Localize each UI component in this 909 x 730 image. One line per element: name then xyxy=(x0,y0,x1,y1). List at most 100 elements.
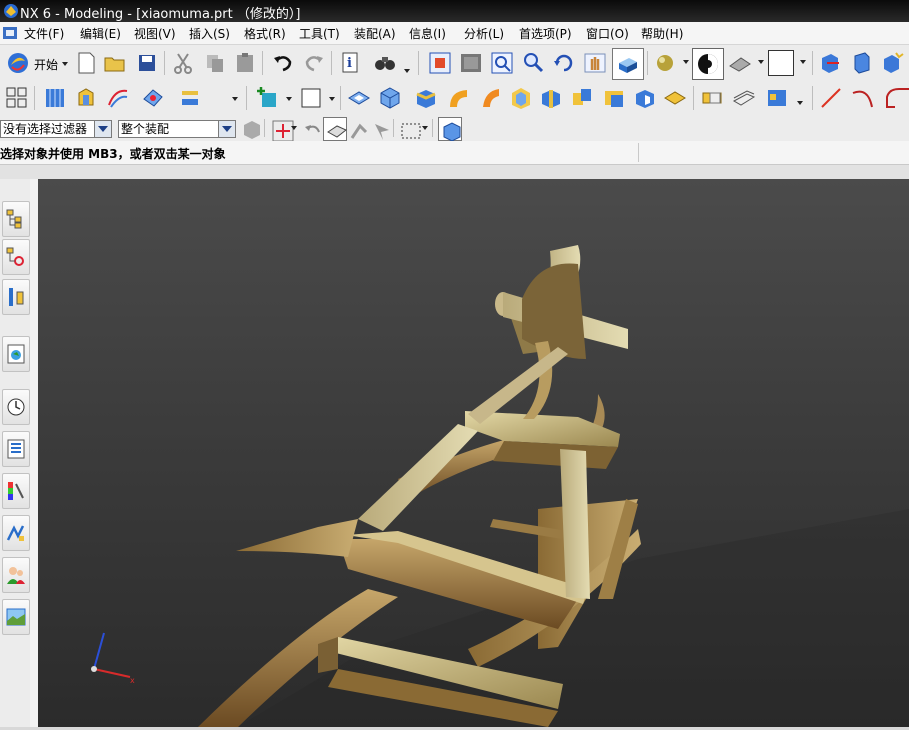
unite-icon[interactable] xyxy=(569,85,595,111)
offset-icon[interactable] xyxy=(731,85,757,111)
display-mode-icon[interactable] xyxy=(692,48,724,80)
footrest[interactable] xyxy=(236,519,358,557)
snap-dropdown-icon[interactable] xyxy=(291,126,297,131)
menu-help[interactable]: 帮助(H) xyxy=(641,25,683,42)
menu-assemblies[interactable]: 装配(A) xyxy=(354,25,396,42)
fit-view-icon[interactable] xyxy=(427,50,453,76)
visualization-icon[interactable] xyxy=(2,473,30,509)
perspective-dropdown-icon[interactable] xyxy=(758,60,764,65)
color-dropdown-icon[interactable] xyxy=(800,60,806,65)
menu-logo-icon[interactable] xyxy=(2,25,18,41)
redo-icon[interactable] xyxy=(301,50,327,76)
menu-insert[interactable]: 插入(S) xyxy=(189,25,230,42)
scope-select[interactable]: 整个装配 xyxy=(118,120,236,138)
undo-icon[interactable] xyxy=(270,50,296,76)
sketch-icon[interactable] xyxy=(73,85,99,111)
curve-icon[interactable] xyxy=(883,85,909,111)
trim-icon[interactable] xyxy=(538,85,564,111)
cylinder-icon[interactable] xyxy=(377,85,403,111)
menu-analysis[interactable]: 分析(L) xyxy=(464,25,504,42)
edge-blend-icon[interactable] xyxy=(445,85,471,111)
perspective-icon[interactable] xyxy=(727,50,753,76)
revolve-icon[interactable] xyxy=(140,85,166,111)
chevron-down-icon[interactable] xyxy=(94,121,111,137)
assembly-navigator-icon[interactable] xyxy=(2,201,30,237)
chevron-down-icon[interactable] xyxy=(218,121,235,137)
system-scenes-icon[interactable] xyxy=(2,599,30,635)
mirror-icon[interactable] xyxy=(662,85,688,111)
move-component-icon[interactable] xyxy=(817,50,843,76)
binoculars-dropdown-icon[interactable] xyxy=(404,69,410,74)
part-navigator-icon[interactable] xyxy=(42,85,68,111)
open-file-icon[interactable] xyxy=(102,50,128,76)
information-icon[interactable]: i xyxy=(338,50,364,76)
shaded-view-icon[interactable] xyxy=(612,48,644,80)
thicken-icon[interactable] xyxy=(764,85,790,111)
paste-icon[interactable] xyxy=(232,50,258,76)
pattern-icon[interactable] xyxy=(700,85,726,111)
system-materials-icon[interactable] xyxy=(2,431,30,467)
start-dropdown-icon[interactable] xyxy=(62,62,68,67)
binoculars-icon[interactable] xyxy=(372,50,398,76)
explode-icon[interactable] xyxy=(879,50,905,76)
menu-file[interactable]: 文件(F) xyxy=(24,25,64,42)
select-components-icon[interactable] xyxy=(369,118,389,140)
select-method-dropdown-icon[interactable] xyxy=(422,126,428,131)
point-icon[interactable] xyxy=(254,85,280,111)
datum-plane-icon[interactable] xyxy=(177,85,203,111)
roles-icon[interactable] xyxy=(2,557,30,593)
select-faces-icon[interactable] xyxy=(323,117,347,141)
chamfer-icon[interactable] xyxy=(477,85,503,111)
line-icon[interactable] xyxy=(818,85,844,111)
zoom-icon[interactable] xyxy=(520,50,546,76)
menu-preferences[interactable]: 首选项(P) xyxy=(519,25,572,42)
rectangle-select-icon[interactable] xyxy=(398,118,421,139)
graphics-window[interactable]: x xyxy=(38,179,909,727)
face-dropdown-icon[interactable] xyxy=(329,97,335,102)
front-leg[interactable] xyxy=(358,424,478,531)
rocking-horse-model[interactable] xyxy=(38,179,909,727)
assembly-constraints-icon[interactable] xyxy=(849,50,875,76)
render-dropdown-icon[interactable] xyxy=(683,60,689,65)
application-icon[interactable] xyxy=(4,85,30,111)
intersect-icon[interactable] xyxy=(632,85,658,111)
menu-information[interactable]: 信息(I) xyxy=(409,25,446,42)
shell-icon[interactable] xyxy=(508,85,534,111)
snap-point-icon[interactable] xyxy=(270,118,294,142)
rotate-icon[interactable] xyxy=(551,50,577,76)
web-browser-icon[interactable] xyxy=(2,336,30,372)
part-navigator-icon[interactable] xyxy=(2,279,30,315)
menu-edit[interactable]: 编辑(E) xyxy=(80,25,121,42)
color-box-icon[interactable] xyxy=(768,50,794,76)
new-file-icon[interactable] xyxy=(73,50,99,76)
menu-view[interactable]: 视图(V) xyxy=(134,25,176,42)
history-icon[interactable] xyxy=(2,389,30,425)
cut-icon[interactable] xyxy=(170,50,196,76)
subtract-icon[interactable] xyxy=(601,85,627,111)
undo-select-icon[interactable] xyxy=(300,118,320,138)
extrude-icon[interactable] xyxy=(105,85,131,111)
select-features-icon[interactable] xyxy=(346,118,368,139)
type-filter-select[interactable]: 没有选择过滤器 xyxy=(0,120,112,138)
face-icon[interactable] xyxy=(298,85,324,111)
zoom-window-icon[interactable] xyxy=(458,50,484,76)
save-icon[interactable] xyxy=(134,50,160,76)
feature-icon[interactable] xyxy=(413,85,439,111)
process-studio-icon[interactable] xyxy=(2,515,30,551)
arc-icon[interactable] xyxy=(850,85,876,111)
more-tools-dropdown-icon[interactable] xyxy=(232,97,238,102)
point-dropdown-icon[interactable] xyxy=(286,97,292,102)
menu-format[interactable]: 格式(R) xyxy=(244,25,286,42)
sphere-render-icon[interactable] xyxy=(652,50,678,76)
menu-tools[interactable]: 工具(T) xyxy=(299,25,340,42)
pan-icon[interactable] xyxy=(582,50,608,76)
filter-settings-icon[interactable] xyxy=(240,117,260,139)
constraint-navigator-icon[interactable] xyxy=(2,239,30,275)
copy-icon[interactable] xyxy=(202,50,228,76)
start-button[interactable]: 开始 xyxy=(4,50,70,76)
thicken-dropdown-icon[interactable] xyxy=(797,101,803,106)
block-icon[interactable] xyxy=(346,85,372,111)
menu-window[interactable]: 窗口(O) xyxy=(586,25,629,42)
select-body-icon[interactable] xyxy=(438,117,462,142)
zoom-box-icon[interactable] xyxy=(489,50,515,76)
